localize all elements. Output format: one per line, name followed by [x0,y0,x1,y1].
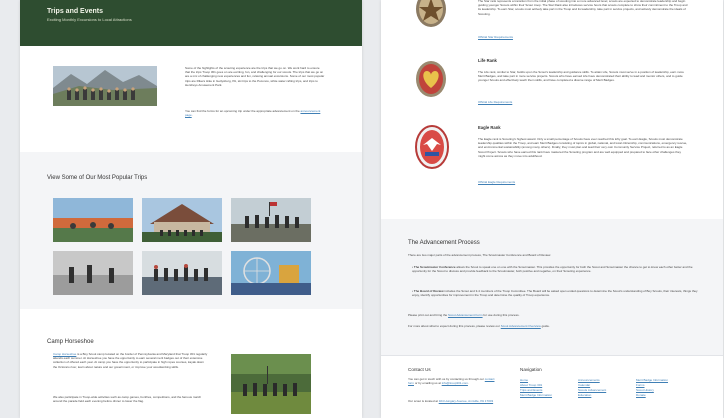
intro-followup: You can find the forms for an upcoming t… [185,109,321,118]
camp-activities: We also participate in Troop-wide activi… [53,395,202,404]
contact-us-heading: Contact Us [408,367,431,372]
page-title: Trips and Events [47,8,104,15]
nav-link-education[interactable]: Education [578,393,606,398]
nav-column-1: Home About Troop 301 Trips and Events Me… [520,378,552,398]
navigation-heading: Navigation [520,367,542,372]
popular-trips-heading: View Some of Our Most Popular Trips [47,175,148,181]
page-subtitle: Exciting Monthly Excursions to Local Att… [47,17,132,22]
advancement-form-note: Please print out and bring the Scout Adv… [408,313,520,317]
advancement-process-heading: The Advancement Process [408,240,480,246]
eagle-rank-text: The Eagle rank is Scouting's highest awa… [478,137,688,158]
trip-photo-5[interactable] [142,251,222,295]
advancement-overview-link[interactable]: Scout Advancement Overview [501,324,541,328]
trip-photo-3[interactable] [231,198,311,242]
camp-description: Camp Horseshoe is a Boy Scout camp locat… [53,352,208,369]
star-requirements-link[interactable]: Official Star Requirements [478,35,513,39]
life-rank-badge [415,60,447,98]
contact-text: You can get in touch with us by contacti… [408,377,495,386]
trips-page: Trips and Events Exciting Monthly Excurs… [20,0,362,418]
nav-column-3: Merit Badge Information Forms Scout Hist… [636,378,668,398]
trip-photo-6[interactable] [231,251,311,295]
board-of-review-item: • The Board of Review includes the Scout… [412,289,698,298]
advancement-overview-note: For more about what to expect during thi… [408,324,550,328]
trip-photo-4[interactable] [53,251,133,295]
scout-advancement-form-link[interactable]: Scout Advancement Form [448,313,483,317]
intro-text: Some of the highlights of the scouting e… [185,66,325,87]
address-text: Our scout is located at 324 Hungary Aven… [408,399,494,403]
life-requirements-link[interactable]: Official Life Requirements [478,100,512,104]
advancement-intro: There are two major parts of the advance… [408,253,552,257]
nav-link-donate[interactable]: Donate [636,393,668,398]
intro-group-photo [53,66,157,106]
star-rank-text: The Star rank represents a transition fr… [478,0,688,16]
footer-divider [381,355,723,356]
trip-photo-2[interactable] [142,198,222,242]
life-rank-text: The Life rank, similar to Star, builds u… [478,70,684,83]
star-rank-badge [415,0,447,28]
life-rank-heading: Life Rank [478,58,497,63]
scoutmaster-conference-item: • The Scoutmaster Conference allows the … [412,265,693,274]
nav-column-2: Announcements Calendar Scouts Advancemen… [578,378,606,398]
eagle-rank-badge [415,125,449,169]
eagle-requirements-link[interactable]: Official Eagle Requirements [478,180,515,184]
advancement-page: The Star rank represents a transition fr… [381,0,723,418]
page-header: Trips and Events Exciting Monthly Excurs… [20,0,362,46]
camp-horseshoe-photo [231,354,311,414]
eagle-rank-heading: Eagle Rank [478,125,501,130]
contact-email-link[interactable]: info@troop301.com [442,381,468,385]
trip-photo-1[interactable] [53,198,133,242]
camp-horseshoe-heading: Camp Horseshoe [47,339,94,345]
nav-link-merit-badges[interactable]: Merit Badge Information [520,393,552,398]
address-link[interactable]: 324 Hungary Avenue, Annville, PA 17003 [439,399,493,403]
